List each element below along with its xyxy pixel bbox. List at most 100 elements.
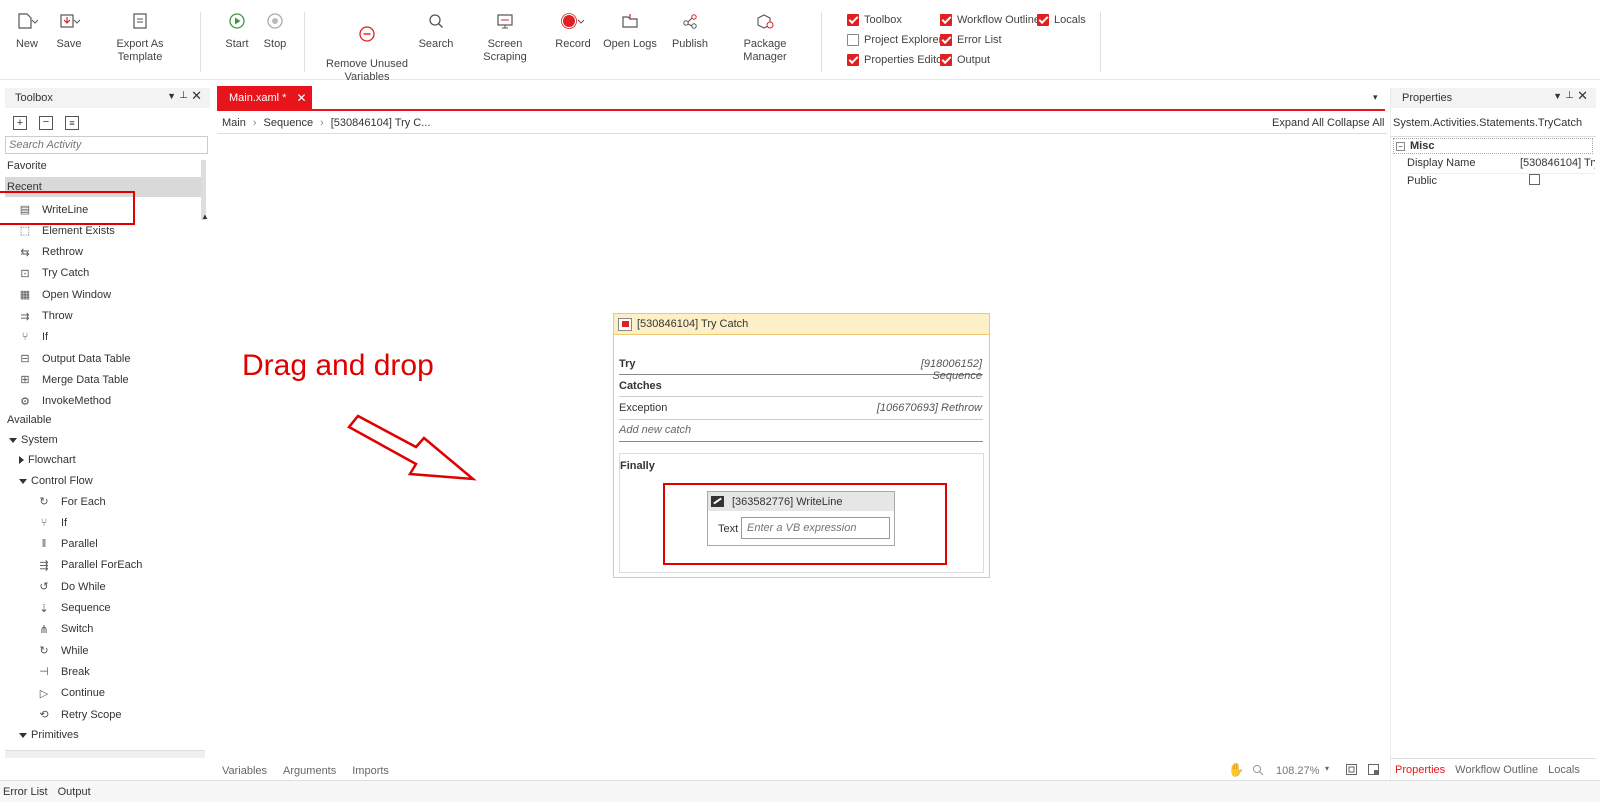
zoom-search-icon[interactable] (1252, 764, 1264, 776)
available-category[interactable]: Available (7, 414, 51, 426)
pin-icon[interactable]: ⊥ (179, 90, 188, 101)
open-logs-button[interactable]: Open Logs (602, 10, 658, 51)
locals-tab[interactable]: Locals (1548, 764, 1580, 776)
expand-all-link[interactable]: Expand All (1272, 117, 1324, 129)
expanded-arrow-icon (19, 478, 27, 484)
error-list-panel-checkbox[interactable]: Error List (940, 33, 1002, 47)
toolbox-horizontal-scrollbar[interactable] (5, 750, 205, 758)
breadcrumb-main[interactable]: Main (222, 117, 246, 129)
breadcrumb-sequence[interactable]: Sequence (264, 117, 314, 129)
publish-button[interactable]: Publish (668, 10, 712, 51)
ribbon-separator (304, 12, 305, 72)
project-explorer-panel-checkbox[interactable]: Project Explorer (847, 33, 942, 47)
control-flow-item-continue[interactable]: ▷ Continue (5, 683, 208, 704)
favorite-category[interactable]: Favorite (7, 160, 47, 172)
imports-tab[interactable]: Imports (352, 765, 389, 777)
control-flow-item-parallel-foreach[interactable]: ⇶ Parallel ForEach (5, 555, 208, 576)
properties-tab[interactable]: Properties (1395, 764, 1445, 776)
properties-type-label: System.Activities.Statements.TryCatch (1393, 117, 1583, 129)
recent-item-open-window[interactable]: ▦ Open Window (5, 284, 208, 305)
locals-panel-checkbox[interactable]: Locals (1037, 13, 1086, 27)
search-button[interactable]: Search (416, 10, 456, 51)
element-exists-icon: ⬚ (19, 225, 31, 238)
start-button[interactable]: Start (220, 10, 254, 51)
fit-screen-icon[interactable] (1345, 763, 1358, 776)
collapse-icon[interactable]: − (1396, 141, 1405, 151)
recent-item-throw[interactable]: ⇉ Throw (5, 306, 208, 327)
save-button[interactable]: Save (52, 10, 86, 51)
pin-icon[interactable]: ⊥ (1565, 90, 1574, 101)
try-sequence-value[interactable]: [918006152] Sequence (874, 358, 982, 382)
control-flow-item-break[interactable]: ⊣ Break (5, 661, 208, 682)
control-flow-item-switch[interactable]: ⋔ Switch (5, 619, 208, 640)
output-tab[interactable]: Output (58, 786, 91, 798)
display-name-value[interactable]: [530846104] Try (1520, 157, 1595, 173)
recent-item-output-data-table[interactable]: ⊟ Output Data Table (5, 348, 208, 369)
zoom-level[interactable]: 108.27% (1276, 765, 1319, 777)
dropdown-arrow-icon[interactable]: ▼ (1553, 91, 1562, 101)
control-flow-item-while[interactable]: ↻ While (5, 640, 208, 661)
try-catch-header[interactable]: [530846104] Try Catch (614, 314, 989, 335)
zoom-dropdown-icon[interactable]: ▾ (1325, 764, 1329, 773)
recent-item-rethrow[interactable]: ⇆ Rethrow (5, 242, 208, 263)
package-manager-button[interactable]: Package Manager (722, 10, 808, 64)
public-checkbox[interactable] (1529, 174, 1540, 185)
primitives-category[interactable]: Primitives (19, 729, 79, 741)
package-manager-icon (722, 10, 808, 32)
error-list-tab[interactable]: Error List (3, 786, 48, 798)
system-category[interactable]: System (9, 434, 58, 446)
close-icon[interactable]: ✕ (191, 88, 202, 104)
control-flow-item-retry-scope[interactable]: ⟲ Retry Scope (5, 704, 208, 725)
flowchart-category[interactable]: Flowchart (19, 454, 76, 466)
stop-button[interactable]: Stop (258, 10, 292, 51)
recent-item-if[interactable]: ⑂ If (5, 327, 208, 348)
new-file-icon (10, 10, 44, 32)
export-template-button[interactable]: Export As Template (96, 10, 184, 64)
break-icon: ⊣ (39, 666, 49, 679)
control-flow-item-if[interactable]: ⑂ If (5, 512, 208, 533)
control-flow-category[interactable]: Control Flow (19, 475, 93, 487)
add-new-catch-link[interactable]: Add new catch (619, 424, 983, 442)
variables-tab[interactable]: Variables (222, 765, 267, 777)
list-view-icon[interactable]: ≡ (65, 116, 79, 130)
tab-underline (217, 109, 1385, 111)
collapsed-arrow-icon (19, 456, 24, 464)
breadcrumb-trycatch[interactable]: [530846104] Try C... (331, 117, 431, 129)
arguments-tab[interactable]: Arguments (283, 765, 336, 777)
pan-hand-icon[interactable]: ✋ (1228, 762, 1244, 778)
try-catch-icon (618, 317, 632, 331)
workflow-outline-panel-checkbox[interactable]: Workflow Outline (940, 13, 1040, 27)
do-while-icon: ↺ (39, 581, 49, 594)
recent-item-merge-data-table[interactable]: ⊞ Merge Data Table (5, 369, 208, 390)
new-button[interactable]: New (10, 10, 44, 51)
exception-rethrow-value[interactable]: [106670693] Rethrow (854, 402, 982, 414)
close-tab-icon[interactable]: ✕ (296, 91, 306, 105)
control-flow-item-parallel[interactable]: ‖ Parallel (5, 534, 208, 555)
collapse-all-icon[interactable]: − (39, 116, 53, 130)
misc-category-row[interactable]: − Misc (1393, 138, 1593, 154)
recent-item-try-catch[interactable]: ⊡ Try Catch (5, 263, 208, 284)
screen-scraping-button[interactable]: Screen Scraping (465, 10, 545, 64)
search-activity-input[interactable] (5, 136, 208, 154)
toolbox-panel-checkbox[interactable]: Toolbox (847, 13, 902, 27)
control-flow-item-do-while[interactable]: ↺ Do While (5, 576, 208, 597)
control-flow-item-sequence[interactable]: ⇣ Sequence (5, 598, 208, 619)
workflow-outline-tab[interactable]: Workflow Outline (1455, 764, 1538, 776)
properties-editor-panel-checkbox[interactable]: Properties Editor (847, 53, 946, 67)
catches-divider (619, 396, 983, 397)
expand-all-icon[interactable]: + (13, 116, 27, 130)
control-flow-item-for-each[interactable]: ↻ For Each (5, 491, 208, 512)
collapse-all-link[interactable]: Collapse All (1327, 117, 1384, 129)
tab-main-xaml[interactable]: Main.xaml * ✕ (217, 86, 312, 110)
chevron-right-icon: › (252, 117, 257, 129)
dropdown-arrow-icon[interactable]: ▼ (167, 91, 176, 101)
output-panel-checkbox[interactable]: Output (940, 53, 990, 67)
overview-icon[interactable] (1367, 763, 1380, 776)
save-icon (52, 10, 86, 32)
close-icon[interactable]: ✕ (1577, 88, 1588, 104)
remove-unused-variables-button[interactable]: Remove Unused Variables (322, 10, 412, 97)
tab-overflow-icon[interactable]: ▾ (1373, 92, 1378, 103)
recent-item-invokemethod[interactable]: ⚙ InvokeMethod (5, 391, 208, 412)
sequence-icon: ⇣ (39, 602, 49, 615)
record-button[interactable]: Record (553, 10, 593, 51)
